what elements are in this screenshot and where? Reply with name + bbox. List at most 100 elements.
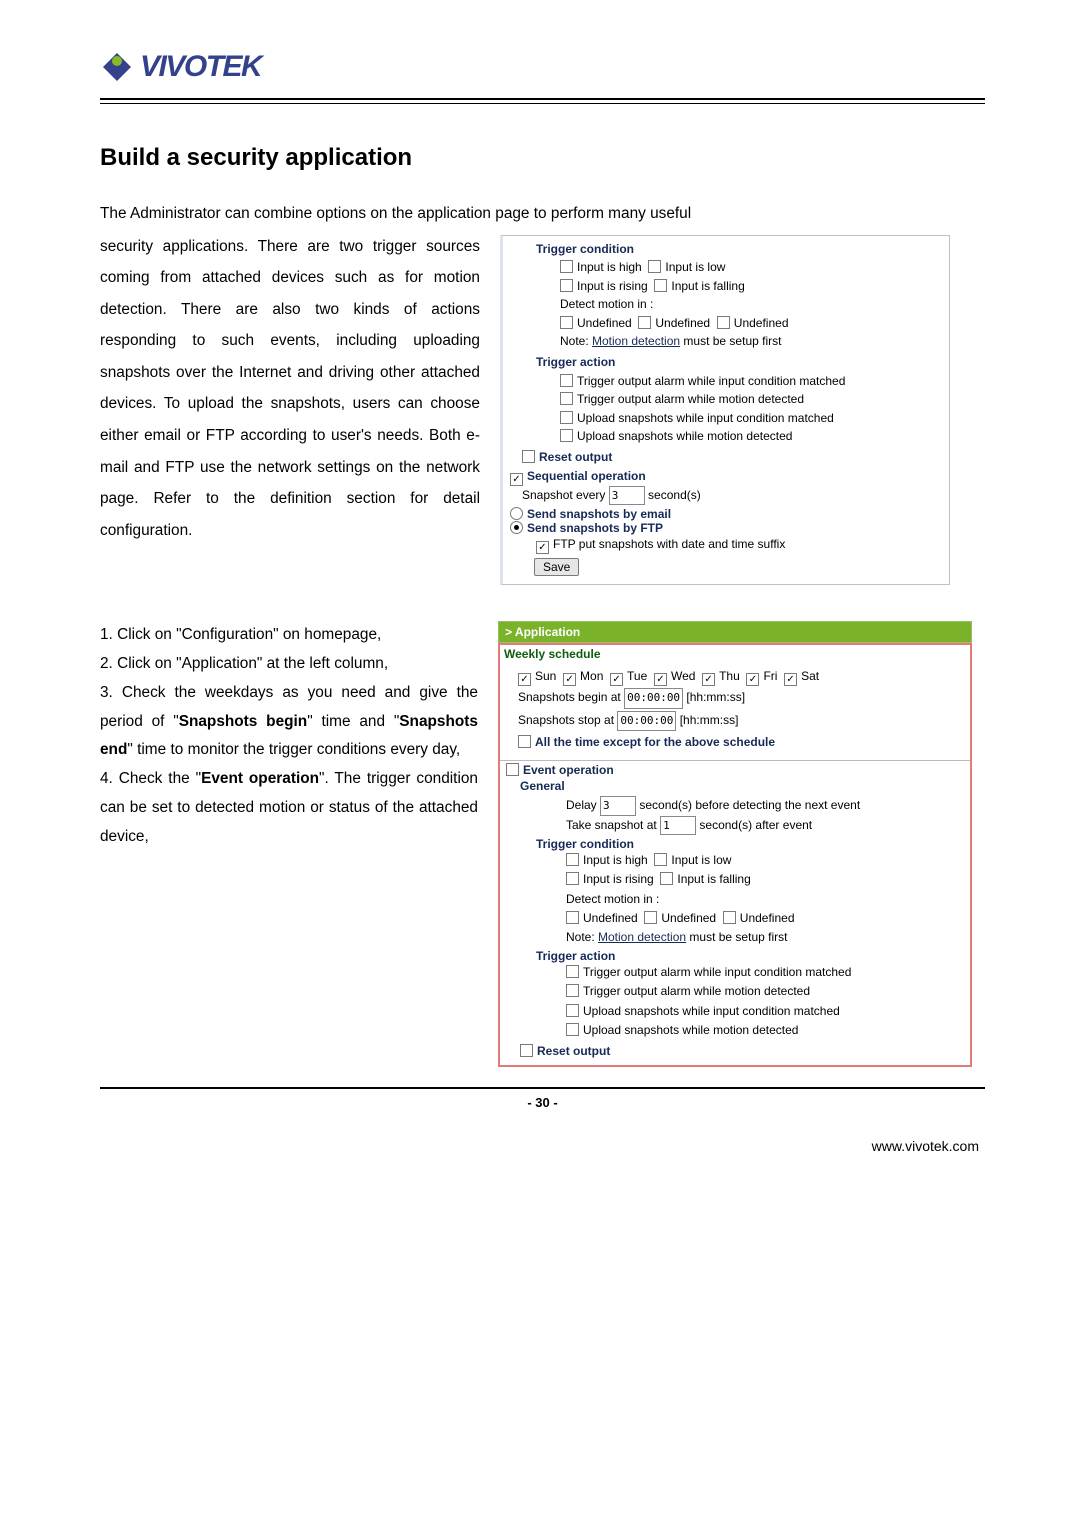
vivotek-logo-icon [100, 50, 134, 84]
day-sat-checkbox[interactable] [784, 673, 797, 686]
ta4-label-2: Upload snapshots while motion detected [583, 1023, 798, 1037]
input-high-label: Input is high [577, 260, 642, 274]
ta2-checkbox[interactable] [560, 392, 573, 405]
send-ftp-radio[interactable] [510, 521, 523, 534]
day-thu-checkbox[interactable] [702, 673, 715, 686]
input-low-checkbox[interactable] [648, 260, 661, 273]
reset-output-checkbox-2[interactable] [520, 1044, 533, 1057]
input-rising-checkbox[interactable] [560, 279, 573, 292]
header-rule [100, 98, 985, 104]
general-label: General [520, 777, 964, 796]
input-falling-checkbox[interactable] [654, 279, 667, 292]
snapshot-every-suffix: second(s) [645, 488, 701, 502]
footer-rule [100, 1087, 985, 1089]
sequential-operation-checkbox[interactable] [510, 473, 523, 486]
undefined-3-checkbox[interactable] [717, 316, 730, 329]
trigger-action-label: Trigger action [536, 353, 942, 372]
motion-detection-link-2[interactable]: Motion detection [598, 930, 686, 944]
day-wed-checkbox[interactable] [654, 673, 667, 686]
ta3-label-2: Upload snapshots while input condition m… [583, 1004, 840, 1018]
snapshot-every-input[interactable]: 3 [609, 486, 645, 505]
take-prefix: Take snapshot at [566, 818, 660, 832]
day-fri-label: Fri [763, 669, 777, 683]
note-tail-2: must be setup first [686, 930, 787, 944]
intro-text: The Administrator can combine options on… [100, 200, 985, 229]
detect-motion-label: Detect motion in : [560, 295, 942, 314]
input-high-checkbox[interactable] [560, 260, 573, 273]
application-panel-full: > Application Weekly schedule Sun Mon Tu… [498, 621, 972, 1067]
ta4-checkbox-2[interactable] [566, 1023, 579, 1036]
ta2-label: Trigger output alarm while motion detect… [577, 392, 804, 406]
input-falling-label: Input is falling [671, 279, 744, 293]
input-low-checkbox-2[interactable] [654, 853, 667, 866]
step-2: 2. Click on "Application" at the left co… [100, 650, 478, 679]
reset-output-label: Reset output [539, 450, 612, 464]
reset-output-label-2: Reset output [537, 1044, 610, 1058]
trigger-condition-label-2: Trigger condition [536, 837, 964, 851]
input-rising-checkbox-2[interactable] [566, 872, 579, 885]
note-prefix-2: Note: [566, 930, 598, 944]
ta4-label: Upload snapshots while motion detected [577, 429, 792, 443]
step-3c: " time and " [307, 713, 399, 730]
day-tue-label: Tue [627, 669, 647, 683]
ftp-suffix-checkbox[interactable] [536, 541, 549, 554]
day-mon-checkbox[interactable] [563, 673, 576, 686]
ta1-checkbox-2[interactable] [566, 965, 579, 978]
step-1: 1. Click on "Configuration" on homepage, [100, 621, 478, 650]
undefined-3-checkbox-2[interactable] [723, 911, 736, 924]
send-email-radio[interactable] [510, 507, 523, 520]
motion-detection-link[interactable]: Motion detection [592, 334, 680, 348]
undefined-1-checkbox-2[interactable] [566, 911, 579, 924]
snap-begin-input[interactable]: 00:00:00 [624, 688, 683, 709]
sequential-operation-label: Sequential operation [527, 469, 646, 483]
step-4a: 4. Check the " [100, 770, 201, 787]
ta1-checkbox[interactable] [560, 374, 573, 387]
note-tail: must be setup first [680, 334, 781, 348]
ta1-label-2: Trigger output alarm while input conditi… [583, 965, 851, 979]
day-sat-label: Sat [801, 669, 819, 683]
day-fri-checkbox[interactable] [746, 673, 759, 686]
take-suffix: second(s) after event [696, 818, 812, 832]
send-email-label: Send snapshots by email [527, 507, 671, 521]
day-tue-checkbox[interactable] [610, 673, 623, 686]
save-button[interactable]: Save [534, 558, 579, 576]
step-4b: Event operation [201, 770, 319, 787]
ftp-suffix-label: FTP put snapshots with date and time suf… [553, 537, 785, 551]
ta1-label: Trigger output alarm while input conditi… [577, 374, 845, 388]
snap-stop-input[interactable]: 00:00:00 [617, 711, 676, 732]
input-high-checkbox-2[interactable] [566, 853, 579, 866]
undefined-1-checkbox[interactable] [560, 316, 573, 329]
ta4-checkbox[interactable] [560, 429, 573, 442]
ta3-checkbox[interactable] [560, 411, 573, 424]
steps-block: 1. Click on "Configuration" on homepage,… [100, 621, 478, 853]
event-operation-label: Event operation [523, 763, 614, 777]
ta3-checkbox-2[interactable] [566, 1004, 579, 1017]
all-time-checkbox[interactable] [518, 735, 531, 748]
undefined-1-label: Undefined [577, 316, 632, 330]
snapshot-every-prefix: Snapshot every [522, 488, 609, 502]
snap-begin-prefix: Snapshots begin at [518, 690, 624, 704]
snap-stop-prefix: Snapshots stop at [518, 713, 617, 727]
undefined-2-checkbox-2[interactable] [644, 911, 657, 924]
send-ftp-label: Send snapshots by FTP [527, 521, 663, 535]
all-time-label: All the time except for the above schedu… [535, 735, 775, 749]
delay-input[interactable]: 3 [600, 796, 636, 816]
note-prefix: Note: [560, 334, 592, 348]
logo: VIVOTEK [100, 50, 985, 84]
ta2-checkbox-2[interactable] [566, 984, 579, 997]
reset-output-checkbox[interactable] [522, 450, 535, 463]
ta3-label: Upload snapshots while input condition m… [577, 411, 834, 425]
step-3: 3. Check the weekdays as you need and gi… [100, 679, 478, 766]
day-sun-checkbox[interactable] [518, 673, 531, 686]
input-falling-checkbox-2[interactable] [660, 872, 673, 885]
undefined-3-label: Undefined [734, 316, 789, 330]
event-operation-checkbox[interactable] [506, 763, 519, 776]
input-rising-label: Input is rising [577, 279, 648, 293]
day-wed-label: Wed [671, 669, 695, 683]
undefined-2-checkbox[interactable] [638, 316, 651, 329]
snap-begin-suffix: [hh:mm:ss] [683, 690, 745, 704]
application-section-header: > Application [498, 621, 972, 643]
take-input[interactable]: 1 [660, 816, 696, 836]
input-low-label: Input is low [665, 260, 725, 274]
snap-stop-suffix: [hh:mm:ss] [676, 713, 738, 727]
